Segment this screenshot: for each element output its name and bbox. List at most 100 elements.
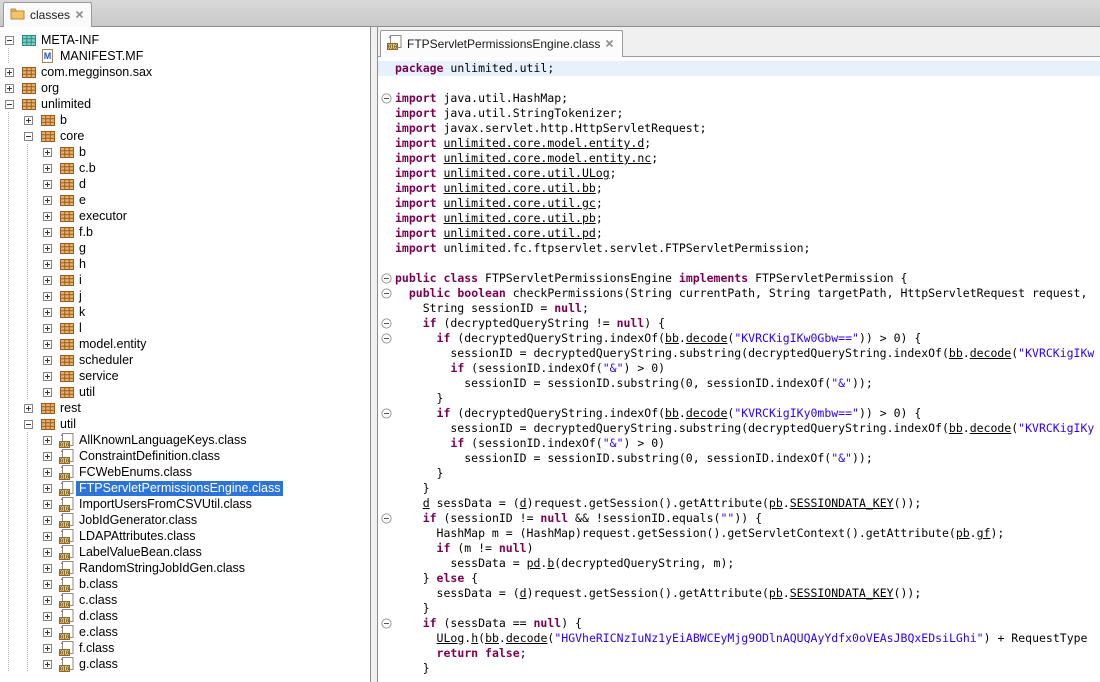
expand-icon[interactable] <box>43 452 52 461</box>
code-link[interactable]: decode <box>686 406 728 420</box>
tree-item[interactable]: 010 FCWebEnums.class <box>0 464 370 480</box>
expand-icon[interactable] <box>43 292 52 301</box>
code-link[interactable]: bb <box>485 631 499 645</box>
code-link[interactable]: decode <box>970 346 1012 360</box>
close-icon[interactable] <box>605 37 614 51</box>
expand-icon[interactable] <box>43 276 52 285</box>
tree-item[interactable]: f.b <box>0 224 370 240</box>
expand-icon[interactable] <box>43 244 52 253</box>
code-link[interactable]: bb <box>665 331 679 345</box>
tree-item[interactable]: b <box>0 144 370 160</box>
tree-item[interactable]: executor <box>0 208 370 224</box>
tree-item[interactable]: 010 d.class <box>0 608 370 624</box>
expand-icon[interactable] <box>43 532 52 541</box>
code-link[interactable]: d <box>520 496 527 510</box>
code-link[interactable]: unlimited.core.util.ULog <box>443 166 609 180</box>
expand-icon[interactable] <box>43 596 52 605</box>
expand-icon[interactable] <box>43 388 52 397</box>
tab-classes[interactable]: classes <box>3 2 92 27</box>
expand-icon[interactable] <box>43 212 52 221</box>
expand-icon[interactable] <box>43 660 52 669</box>
code-link[interactable]: decode <box>970 421 1012 435</box>
code-link[interactable]: d <box>520 586 527 600</box>
expand-icon[interactable] <box>43 612 52 621</box>
tree-item[interactable]: 010 FTPServletPermissionsEngine.class <box>0 480 370 496</box>
fold-collapse-icon[interactable] <box>381 333 392 344</box>
tree-item[interactable]: j <box>0 288 370 304</box>
code-editor[interactable]: package unlimited.util; import java.util… <box>378 57 1100 682</box>
expand-icon[interactable] <box>43 484 52 493</box>
tree-item[interactable]: M MANIFEST.MF <box>0 48 370 64</box>
code-link[interactable]: pb <box>769 496 783 510</box>
tree-item[interactable]: 010 ImportUsersFromCSVUtil.class <box>0 496 370 512</box>
fold-collapse-icon[interactable] <box>381 273 392 284</box>
code-link[interactable]: pd <box>527 556 541 570</box>
code-link[interactable]: bb <box>665 406 679 420</box>
tree-item[interactable]: g <box>0 240 370 256</box>
expand-icon[interactable] <box>43 516 52 525</box>
code-link[interactable]: unlimited.core.util.pd <box>443 226 595 240</box>
tree-item[interactable]: c.b <box>0 160 370 176</box>
fold-collapse-icon[interactable] <box>381 288 392 299</box>
tree-item[interactable]: 010 AllKnownLanguageKeys.class <box>0 432 370 448</box>
expand-icon[interactable] <box>43 628 52 637</box>
expand-icon[interactable] <box>43 468 52 477</box>
fold-collapse-icon[interactable] <box>381 408 392 419</box>
code-link[interactable]: bb <box>949 346 963 360</box>
package-tree-panel[interactable]: META-INF M MANIFEST.MF com.megginson.sax… <box>0 27 371 682</box>
tree-item[interactable]: 010 b.class <box>0 576 370 592</box>
tree-item[interactable]: util <box>0 384 370 400</box>
fold-collapse-icon[interactable] <box>381 513 392 524</box>
expand-icon[interactable] <box>24 116 33 125</box>
code-link[interactable]: SESSIONDATA_KEY <box>790 586 894 600</box>
collapse-icon[interactable] <box>24 132 33 141</box>
tree-item[interactable]: service <box>0 368 370 384</box>
tree-item[interactable]: i <box>0 272 370 288</box>
collapse-icon[interactable] <box>24 420 33 429</box>
expand-icon[interactable] <box>43 196 52 205</box>
expand-icon[interactable] <box>43 164 52 173</box>
expand-icon[interactable] <box>5 68 14 77</box>
tree-item[interactable]: 010 RandomStringJobIdGen.class <box>0 560 370 576</box>
tree-item[interactable]: unlimited <box>0 96 370 112</box>
expand-icon[interactable] <box>43 500 52 509</box>
tree-item[interactable]: com.megginson.sax <box>0 64 370 80</box>
expand-icon[interactable] <box>43 356 52 365</box>
code-link[interactable]: ULog <box>437 631 465 645</box>
tree-item[interactable]: scheduler <box>0 352 370 368</box>
expand-icon[interactable] <box>5 84 14 93</box>
code-link[interactable]: d <box>423 496 430 510</box>
tree-item[interactable]: d <box>0 176 370 192</box>
tab-class-file[interactable]: 010 FTPServletPermissionsEngine.class <box>380 30 623 57</box>
code-link[interactable]: unlimited.core.model.entity.nc <box>443 151 651 165</box>
tree-item[interactable]: rest <box>0 400 370 416</box>
expand-icon[interactable] <box>43 372 52 381</box>
expand-icon[interactable] <box>43 436 52 445</box>
code-link[interactable]: decode <box>506 631 548 645</box>
tree-item[interactable]: b <box>0 112 370 128</box>
code-link[interactable]: gf <box>977 526 991 540</box>
code-link[interactable]: unlimited.core.util.pb <box>443 211 595 225</box>
tree-item[interactable]: 010 ConstraintDefinition.class <box>0 448 370 464</box>
expand-icon[interactable] <box>43 308 52 317</box>
code-link[interactable]: unlimited.core.util.bb <box>443 181 595 195</box>
expand-icon[interactable] <box>43 180 52 189</box>
code-link[interactable]: unlimited.core.util.gc <box>443 196 595 210</box>
expand-icon[interactable] <box>43 644 52 653</box>
expand-icon[interactable] <box>43 324 52 333</box>
code-link[interactable]: pb <box>956 526 970 540</box>
tree-item[interactable]: 010 e.class <box>0 624 370 640</box>
expand-icon[interactable] <box>43 548 52 557</box>
tree-item[interactable]: META-INF <box>0 32 370 48</box>
tree-item[interactable]: h <box>0 256 370 272</box>
tree-item[interactable]: 010 JobIdGenerator.class <box>0 512 370 528</box>
expand-icon[interactable] <box>43 564 52 573</box>
collapse-icon[interactable] <box>5 100 14 109</box>
tree-item[interactable]: k <box>0 304 370 320</box>
close-icon[interactable] <box>75 8 84 22</box>
tree-item[interactable]: org <box>0 80 370 96</box>
code-link[interactable]: unlimited.core.model.entity.d <box>443 136 644 150</box>
tree-item[interactable]: 010 c.class <box>0 592 370 608</box>
tree-item[interactable]: 010 LabelValueBean.class <box>0 544 370 560</box>
code-link[interactable]: decode <box>686 331 728 345</box>
